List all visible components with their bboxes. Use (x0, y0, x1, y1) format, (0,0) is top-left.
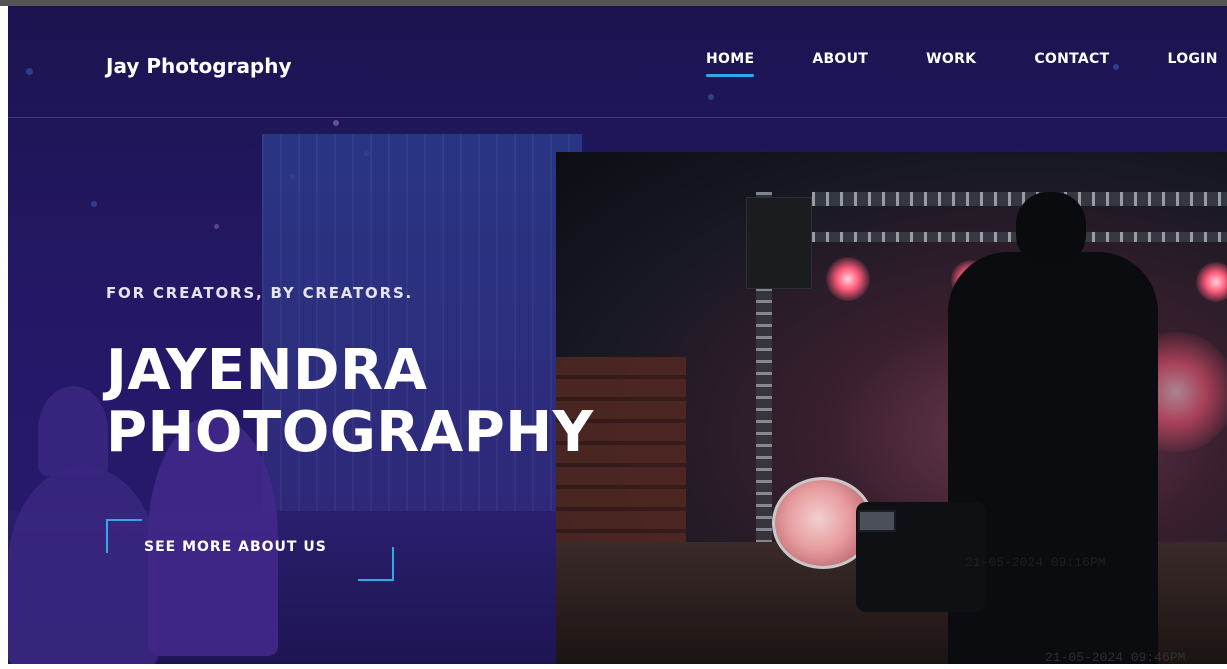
illustration-figure (38, 386, 108, 476)
main-nav: HOME ABOUT WORK CONTACT LOGIN (706, 51, 1218, 77)
hero-title-line: JAYENDRA (106, 338, 428, 403)
see-more-about-us-button[interactable]: SEE MORE ABOUT US (106, 519, 394, 581)
nav-work[interactable]: WORK (926, 51, 976, 67)
star-dot (214, 224, 219, 229)
hero-tagline: FOR CREATORS, BY CREATORS. (106, 284, 414, 302)
nav-about[interactable]: ABOUT (812, 51, 868, 67)
timestamp-overlay: 21-05-2024 09:46PM (1045, 650, 1186, 665)
cta-label: SEE MORE ABOUT US (144, 539, 327, 555)
star-dot (91, 201, 97, 207)
nav-contact[interactable]: CONTACT (1034, 51, 1109, 67)
photo-stage-light (826, 257, 870, 301)
hero-title-line: PHOTOGRAPHY (106, 400, 594, 465)
header-divider (8, 117, 1227, 118)
nav-login[interactable]: LOGIN (1167, 51, 1217, 67)
brand-logo-text[interactable]: Jay Photography (106, 54, 292, 78)
photo-stage-light (1196, 262, 1227, 302)
photo-camera-screen (858, 510, 896, 532)
cta-corner-bracket (358, 547, 394, 581)
nav-home[interactable]: HOME (706, 51, 755, 77)
star-dot (333, 120, 339, 126)
hero-title: JAYENDRA PHOTOGRAPHY (106, 340, 726, 464)
photo-truss (812, 192, 1227, 206)
photo-speaker (746, 197, 812, 289)
photo-photographer-head (1016, 192, 1086, 264)
site-header: Jay Photography HOME ABOUT WORK CONTACT … (8, 6, 1227, 118)
timestamp-overlay: 21-05-2024 09:16PM (965, 555, 1106, 570)
cta-corner-bracket (106, 519, 142, 553)
